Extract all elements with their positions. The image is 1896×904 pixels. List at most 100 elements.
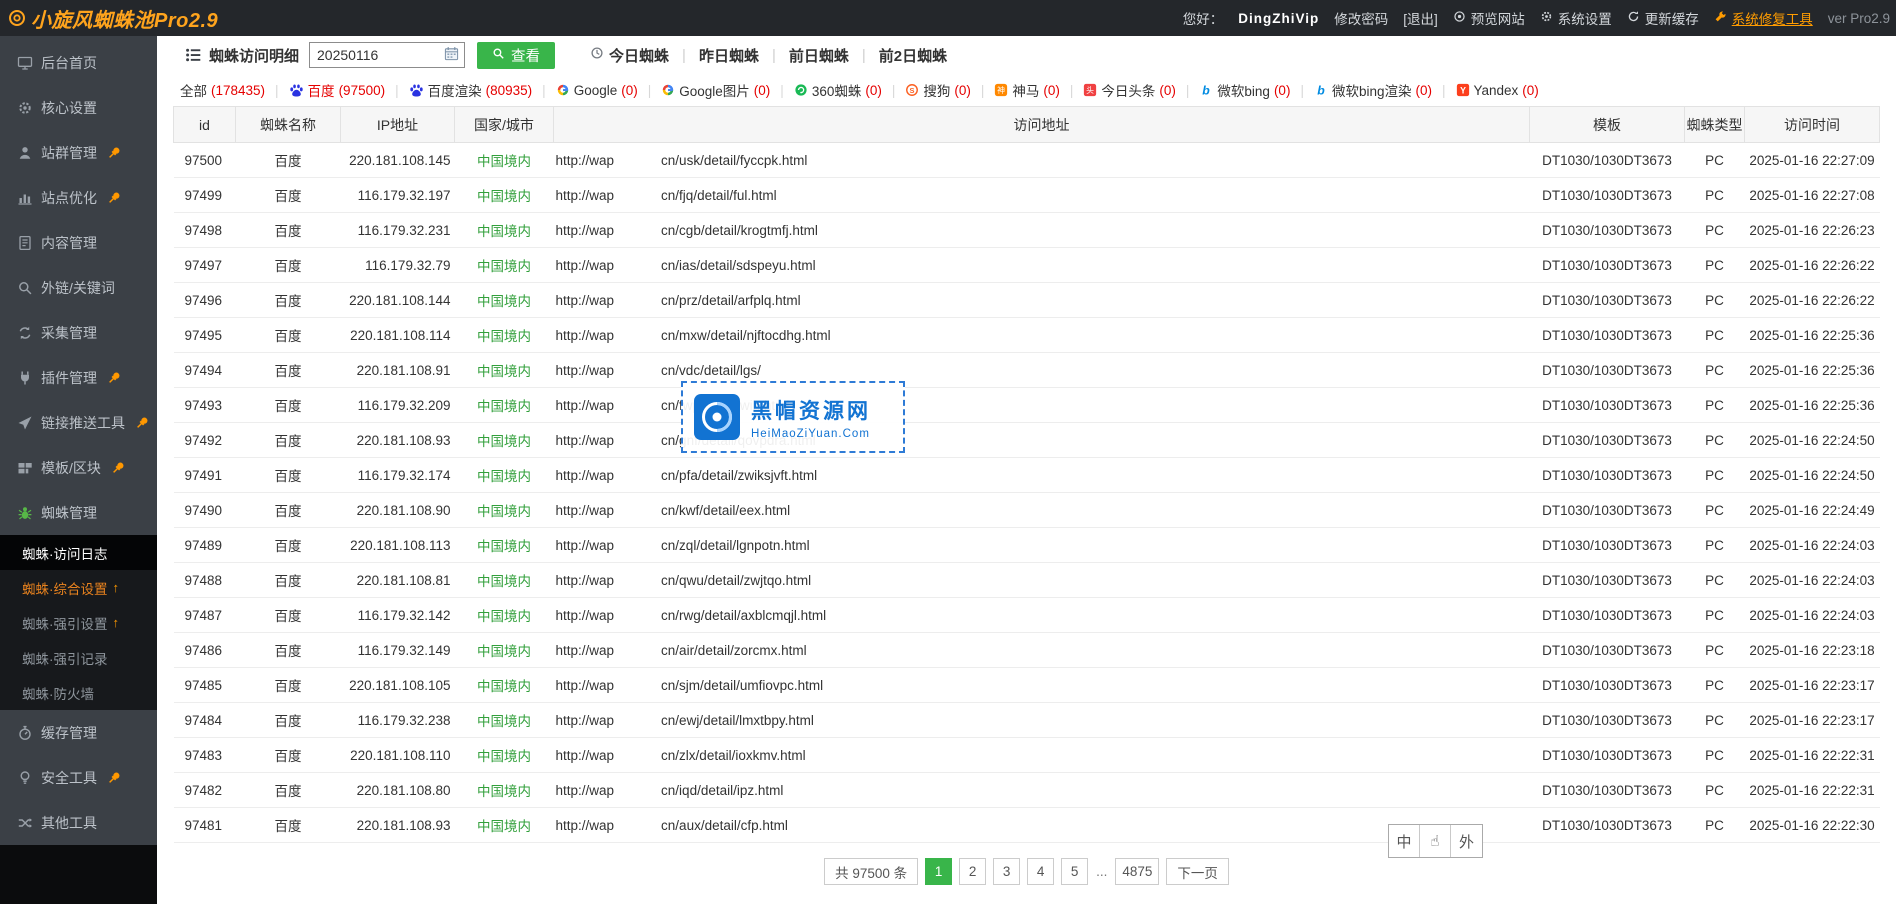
quick-link-1[interactable]: 昨日蜘蛛 — [686, 45, 772, 66]
quick-link-label: 今日蜘蛛 — [609, 45, 669, 66]
cell-region: 中国境内 — [455, 388, 554, 423]
stopwatch-icon — [16, 724, 33, 741]
logout-link[interactable]: [退出] — [1403, 8, 1438, 28]
up-arrow-icon: ↑ — [113, 580, 120, 595]
cell-region: 中国境内 — [455, 738, 554, 773]
table-row: 97483百度220.181.108.110中国境内http://wapcn/z… — [174, 738, 1880, 773]
filter-5[interactable]: 360蜘蛛(0) — [784, 80, 892, 100]
sidebar-item-2[interactable]: 站群管理 — [0, 130, 157, 175]
sidebar-item-10[interactable]: 蜘蛛管理 — [0, 490, 157, 535]
page-button-3[interactable]: 3 — [993, 858, 1020, 885]
sidebar-item-label: 安全工具 — [41, 768, 97, 788]
cell-ip: 116.179.32.238 — [341, 703, 455, 738]
date-input[interactable]: 20250116 — [309, 42, 465, 68]
cell-template: DT1030/1030DT3673 — [1530, 178, 1685, 213]
sidebar-item-0[interactable]: 后台首页 — [0, 40, 157, 85]
sidebar-item-5[interactable]: 外链/关键词 — [0, 265, 157, 310]
cell-template: DT1030/1030DT3673 — [1530, 458, 1685, 493]
watermark: 黑帽资源网 HeiMaoZiYuan.Com — [681, 381, 905, 453]
cell-url: http://wapcn/iqd/detail/ipz.html — [554, 773, 1530, 808]
cell-region: 中国境内 — [455, 493, 554, 528]
watermark-title: 黑帽资源网 — [751, 395, 871, 425]
quick-link-3[interactable]: 前2日蜘蛛 — [866, 45, 960, 66]
filter-11[interactable]: YYandex(0) — [1446, 83, 1549, 98]
sidebar-subitem-13[interactable]: 蜘蛛·强引设置↑ — [0, 605, 157, 640]
watermark-text: 黑帽资源网 HeiMaoZiYuan.Com — [751, 395, 871, 440]
filter-9[interactable]: b微软bing(0) — [1189, 80, 1300, 100]
filter-8[interactable]: 头今日头条(0) — [1073, 80, 1186, 100]
sidebar-subitem-15[interactable]: 蜘蛛·防火墙 — [0, 675, 157, 710]
sidebar-subitem-12[interactable]: 蜘蛛·综合设置↑ — [0, 570, 157, 605]
cell-id: 97492 — [174, 423, 236, 458]
preview-site-link[interactable]: 预览网站 — [1453, 8, 1525, 28]
sidebar-item-18[interactable]: 其他工具 — [0, 800, 157, 845]
translate-source-button[interactable]: 中 — [1389, 825, 1420, 857]
sidebar-item-9[interactable]: 模板/区块 — [0, 445, 157, 490]
filter-2[interactable]: 百度渲染(80935) — [399, 80, 543, 100]
url-prefix: http://wap — [556, 538, 615, 553]
cell-type: PC — [1685, 423, 1745, 458]
page-button-2[interactable]: 2 — [959, 858, 986, 885]
calendar-icon[interactable] — [444, 46, 459, 64]
cell-region: 中国境内 — [455, 458, 554, 493]
filter-3[interactable]: Google(0) — [546, 83, 648, 98]
svg-text:b: b — [1203, 83, 1211, 97]
hand-pointer-icon[interactable]: ☝ — [1420, 825, 1451, 857]
spider-filter-bar: 全部(178435)|百度(97500)|百度渲染(80935)|Google(… — [157, 74, 1896, 106]
cell-url: http://wapcn/fjq/detail/ful.html — [554, 178, 1530, 213]
quick-link-0[interactable]: 今日蜘蛛 — [577, 45, 682, 66]
sidebar-item-4[interactable]: 内容管理 — [0, 220, 157, 265]
view-button[interactable]: 查看 — [477, 42, 555, 69]
url-prefix: http://wap — [556, 363, 615, 378]
page-button-last[interactable]: 4875 — [1115, 858, 1159, 885]
filter-0[interactable]: 全部(178435) — [180, 80, 275, 100]
sidebar-item-17[interactable]: 安全工具 — [0, 755, 157, 800]
sidebar-item-label: 核心设置 — [41, 98, 97, 118]
filter-1[interactable]: 百度(97500) — [279, 80, 396, 100]
sidebar-item-8[interactable]: 链接推送工具 — [0, 400, 157, 445]
url-suffix: cn/vdc/detail/lgs/ — [661, 363, 761, 378]
quick-link-label: 前日蜘蛛 — [789, 45, 849, 66]
update-cache-link[interactable]: 更新缓存 — [1627, 8, 1699, 28]
sidebar-item-1[interactable]: 核心设置 — [0, 85, 157, 130]
system-settings-link[interactable]: 系统设置 — [1540, 8, 1612, 28]
swirl-logo-icon — [8, 9, 26, 27]
cell-region: 中国境内 — [455, 598, 554, 633]
sidebar-subitem-14[interactable]: 蜘蛛·强引记录 — [0, 640, 157, 675]
sidebar-item-label: 缓存管理 — [41, 723, 97, 743]
cell-ip: 116.179.32.79 — [341, 248, 455, 283]
translate-target-button[interactable]: 外 — [1451, 825, 1482, 857]
cell-name: 百度 — [236, 423, 341, 458]
filter-4[interactable]: Google图片(0) — [651, 80, 780, 100]
column-header-5: 模板 — [1530, 107, 1685, 143]
page-button-1[interactable]: 1 — [925, 858, 952, 885]
sidebar-item-3[interactable]: 站点优化 — [0, 175, 157, 220]
filter-6[interactable]: S搜狗(0) — [895, 80, 981, 100]
pagination-ellipsis: ... — [1096, 864, 1107, 879]
cell-type: PC — [1685, 178, 1745, 213]
url-prefix: http://wap — [556, 223, 615, 238]
filter-7[interactable]: 神神马(0) — [984, 80, 1070, 100]
cell-type: PC — [1685, 703, 1745, 738]
url-prefix: http://wap — [556, 433, 615, 448]
table-row: 97497百度116.179.32.79中国境内http://wapcn/ias… — [174, 248, 1880, 283]
sidebar-item-7[interactable]: 插件管理 — [0, 355, 157, 400]
quick-link-2[interactable]: 前日蜘蛛 — [776, 45, 862, 66]
cell-time: 2025-01-16 22:25:36 — [1745, 353, 1880, 388]
next-page-button[interactable]: 下一页 — [1166, 858, 1229, 885]
page-button-5[interactable]: 5 — [1061, 858, 1088, 885]
system-repair-link[interactable]: 系统修复工具 — [1714, 8, 1813, 28]
cell-name: 百度 — [236, 283, 341, 318]
change-password-link[interactable]: 修改密码 — [1334, 8, 1388, 28]
sidebar-item-16[interactable]: 缓存管理 — [0, 710, 157, 755]
filter-label: 微软bing — [1217, 80, 1270, 100]
filter-label: 百度渲染 — [428, 80, 482, 100]
filter-10[interactable]: b微软bing渲染(0) — [1304, 80, 1442, 100]
sidebar-menu: 后台首页核心设置站群管理站点优化内容管理外链/关键词采集管理插件管理链接推送工具… — [0, 36, 157, 845]
sidebar-subitem-11[interactable]: 蜘蛛·访问日志 — [0, 535, 157, 570]
page-button-4[interactable]: 4 — [1027, 858, 1054, 885]
sidebar-item-6[interactable]: 采集管理 — [0, 310, 157, 355]
cell-name: 百度 — [236, 703, 341, 738]
url-censored-block — [614, 374, 661, 375]
url-censored-block — [614, 759, 661, 760]
